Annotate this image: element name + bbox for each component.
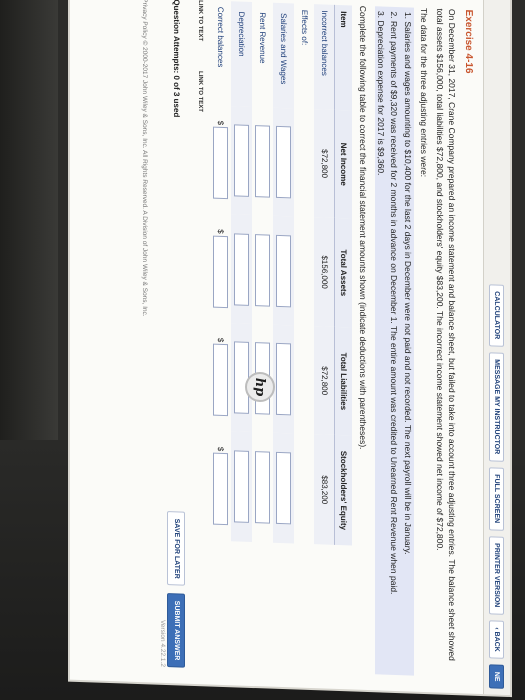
table-row: Rent Revenue	[252, 2, 273, 543]
link-to-text[interactable]: LINK TO TEXT	[195, 71, 204, 112]
table-row: Salaries and Wages	[272, 2, 294, 544]
browser-screen: CALCULATOR MESSAGE MY INSTRUCTOR FULL SC…	[70, 0, 510, 695]
correct-net-income-input[interactable]	[212, 126, 228, 200]
table-instruction: Complete the following table to correct …	[357, 5, 368, 450]
column-header-stockholders-equity: Stockholders' Equity	[334, 435, 353, 546]
adjusting-entries-list: Salaries and wages amounting to $10,400 …	[374, 6, 414, 676]
row-label-correct: Correct balances	[216, 6, 226, 68]
question-content: Exercise 4-16 On December 31, 2017, Cran…	[132, 0, 483, 694]
row-label-depreciation: Depreciation	[230, 1, 252, 107]
back-button[interactable]: ‹ BACK	[489, 620, 505, 660]
table-row: Correct balances $ $ $ $	[210, 1, 231, 542]
next-button[interactable]: NE	[489, 664, 505, 689]
submission-row: Question Attempts: 0 of 3 used SAVE FOR …	[166, 0, 186, 668]
calculator-button[interactable]: CALCULATOR	[489, 283, 505, 347]
dollar-sign: $	[216, 120, 226, 126]
column-header-total-assets: Total Assets	[334, 218, 353, 328]
hp-logo: hp	[245, 372, 275, 402]
version-label: Version 4.22.1.2	[158, 619, 166, 667]
column-header-item: Item	[334, 4, 353, 111]
hp-logo-text: hp	[252, 377, 268, 397]
list-item: Salaries and wages amounting to $10,400 …	[401, 21, 413, 675]
dollar-sign: $	[216, 229, 226, 234]
column-header-total-liabilities: Total Liabilities	[334, 326, 353, 436]
row-label-incorrect: Incorrect balances	[313, 4, 335, 110]
attempts-counter: Question Attempts: 0 of 3 used	[171, 0, 181, 118]
row-label-rent: Rent Revenue	[258, 12, 268, 64]
text-links: LINK TO TEXT LINK TO TEXT	[195, 0, 204, 668]
correct-total-assets-input[interactable]	[212, 235, 228, 308]
submission-buttons: SAVE FOR LATER SUBMIT ANSWER	[166, 511, 186, 668]
submit-answer-button[interactable]: SUBMIT ANSWER	[166, 593, 186, 668]
depreciation-total-assets-input[interactable]	[233, 232, 249, 306]
correct-stockholders-equity-input[interactable]	[212, 453, 228, 526]
table-header-row: Item Net Income Total Assets Total Liabi…	[334, 4, 353, 546]
message-instructor-button[interactable]: MESSAGE MY INSTRUCTOR	[489, 351, 505, 462]
dollar-sign: $	[216, 446, 226, 452]
salaries-total-assets-input[interactable]	[275, 234, 291, 307]
save-for-later-button[interactable]: SAVE FOR LATER	[166, 511, 186, 587]
footer-text: Privacy Policy © 2000-2017 John Wiley & …	[141, 0, 149, 317]
list-item: Rent payments of $9,320 was received for…	[388, 21, 400, 675]
incorrect-stockholders-equity: $83,200	[313, 434, 335, 545]
depreciation-stockholders-equity-input[interactable]	[233, 450, 249, 524]
exercise-title: Exercise 4-16	[463, 9, 474, 74]
data-intro: The data for the three adjusting entries…	[418, 7, 429, 178]
printer-version-button[interactable]: PRINTER VERSION	[489, 535, 505, 615]
salaries-net-income-input[interactable]	[275, 125, 291, 199]
salaries-total-liabilities-input[interactable]	[275, 342, 291, 416]
incorrect-net-income: $72,800	[313, 108, 335, 219]
column-header-net-income: Net Income	[334, 109, 353, 219]
incorrect-total-assets: $156,000	[313, 217, 335, 327]
table-row: Effects of:	[294, 3, 314, 544]
table-row: Depreciation	[230, 1, 252, 542]
rent-net-income-input[interactable]	[254, 125, 270, 198]
dollar-sign: $	[216, 337, 226, 343]
depreciation-net-income-input[interactable]	[233, 124, 249, 197]
salaries-stockholders-equity-input[interactable]	[275, 452, 291, 525]
top-toolbar: CALCULATOR MESSAGE MY INSTRUCTOR FULL SC…	[483, 0, 510, 695]
rent-stockholders-equity-input[interactable]	[254, 451, 270, 524]
correct-total-liabilities-input[interactable]	[212, 344, 228, 417]
table-row: Incorrect balances $72,800 $156,000 $72,…	[313, 4, 335, 545]
full-screen-button[interactable]: FULL SCREEN	[489, 466, 505, 531]
incorrect-total-liabilities: $72,800	[313, 326, 335, 436]
exercise-intro: On December 31, 2017, Crane Company prep…	[435, 8, 458, 662]
row-label-effects: Effects of:	[299, 9, 309, 46]
row-label-salaries: Salaries and Wages	[272, 2, 294, 109]
rent-total-assets-input[interactable]	[254, 233, 270, 307]
photo-stage: CALCULATOR MESSAGE MY INSTRUCTOR FULL SC…	[0, 0, 525, 700]
link-to-text[interactable]: LINK TO TEXT	[195, 0, 204, 41]
list-item: Depreciation expense for 2017 is $9,360.	[375, 20, 387, 674]
correction-table: Item Net Income Total Assets Total Liabi…	[210, 1, 353, 546]
